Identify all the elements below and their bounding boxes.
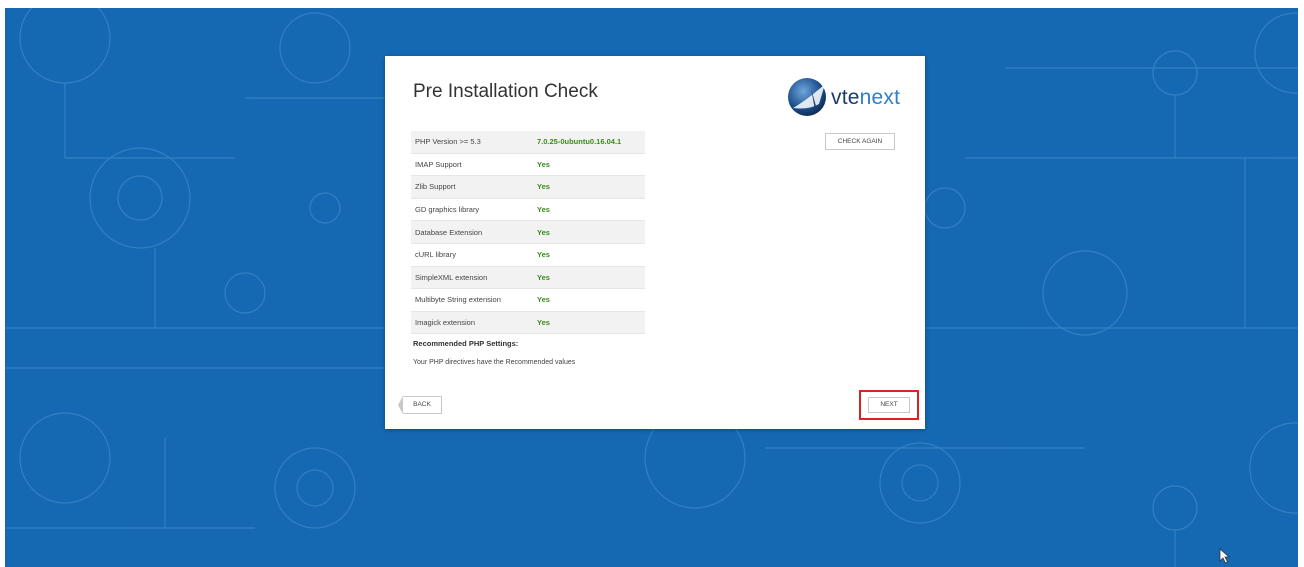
installer-panel: Pre Installation Check vtenext PHP Versi… (385, 56, 925, 429)
requirement-row: Database Extension Yes (411, 220, 645, 244)
requirement-name: Multibyte String extension (411, 288, 533, 312)
requirement-row: Multibyte String extension Yes (411, 288, 645, 312)
requirement-row: GD graphics library Yes (411, 198, 645, 222)
recommended-settings-text: Your PHP directives have the Recommended… (413, 359, 576, 366)
requirement-status: Yes (533, 153, 645, 177)
requirement-row: SimpleXML extension Yes (411, 266, 645, 290)
requirement-name: PHP Version >= 5.3 (411, 131, 533, 154)
requirement-name: Zlib Support (411, 175, 533, 199)
requirement-name: cURL library (411, 243, 533, 267)
requirement-row: cURL library Yes (411, 243, 645, 267)
requirement-status: Yes (533, 220, 645, 244)
requirement-status: 7.0.25-0ubuntu0.16.04.1 (533, 131, 645, 154)
requirement-row: Zlib Support Yes (411, 175, 645, 199)
requirement-row: PHP Version >= 5.3 7.0.25-0ubuntu0.16.04.… (411, 131, 645, 154)
requirement-status: Yes (533, 288, 645, 312)
logo-suffix: next (859, 86, 901, 109)
requirement-name: IMAP Support (411, 153, 533, 177)
mouse-pointer-icon (1219, 548, 1231, 564)
check-again-button[interactable]: CHECK AGAIN (825, 133, 895, 150)
desktop-background: Pre Installation Check vtenext PHP Versi… (5, 8, 1298, 567)
page-title: Pre Installation Check (413, 81, 598, 102)
requirements-table: PHP Version >= 5.3 7.0.25-0ubuntu0.16.04.… (411, 131, 645, 335)
next-button-highlight (859, 390, 919, 420)
requirement-status: Yes (533, 311, 645, 335)
requirement-status: Yes (533, 266, 645, 290)
requirement-name: Imagick extension (411, 311, 533, 335)
requirement-status: Yes (533, 243, 645, 267)
requirement-name: SimpleXML extension (411, 266, 533, 290)
logo-prefix: vte (831, 86, 860, 109)
requirement-status: Yes (533, 198, 645, 222)
requirement-name: Database Extension (411, 220, 533, 244)
requirement-name: GD graphics library (411, 198, 533, 222)
recommended-settings-heading: Recommended PHP Settings: (413, 339, 519, 348)
vtenext-globe-icon (788, 78, 826, 116)
requirement-row: Imagick extension Yes (411, 311, 645, 335)
requirement-row: IMAP Support Yes (411, 153, 645, 177)
vtenext-logo: vtenext (785, 74, 915, 122)
requirement-status: Yes (533, 175, 645, 199)
back-button[interactable]: BACK (398, 396, 442, 414)
